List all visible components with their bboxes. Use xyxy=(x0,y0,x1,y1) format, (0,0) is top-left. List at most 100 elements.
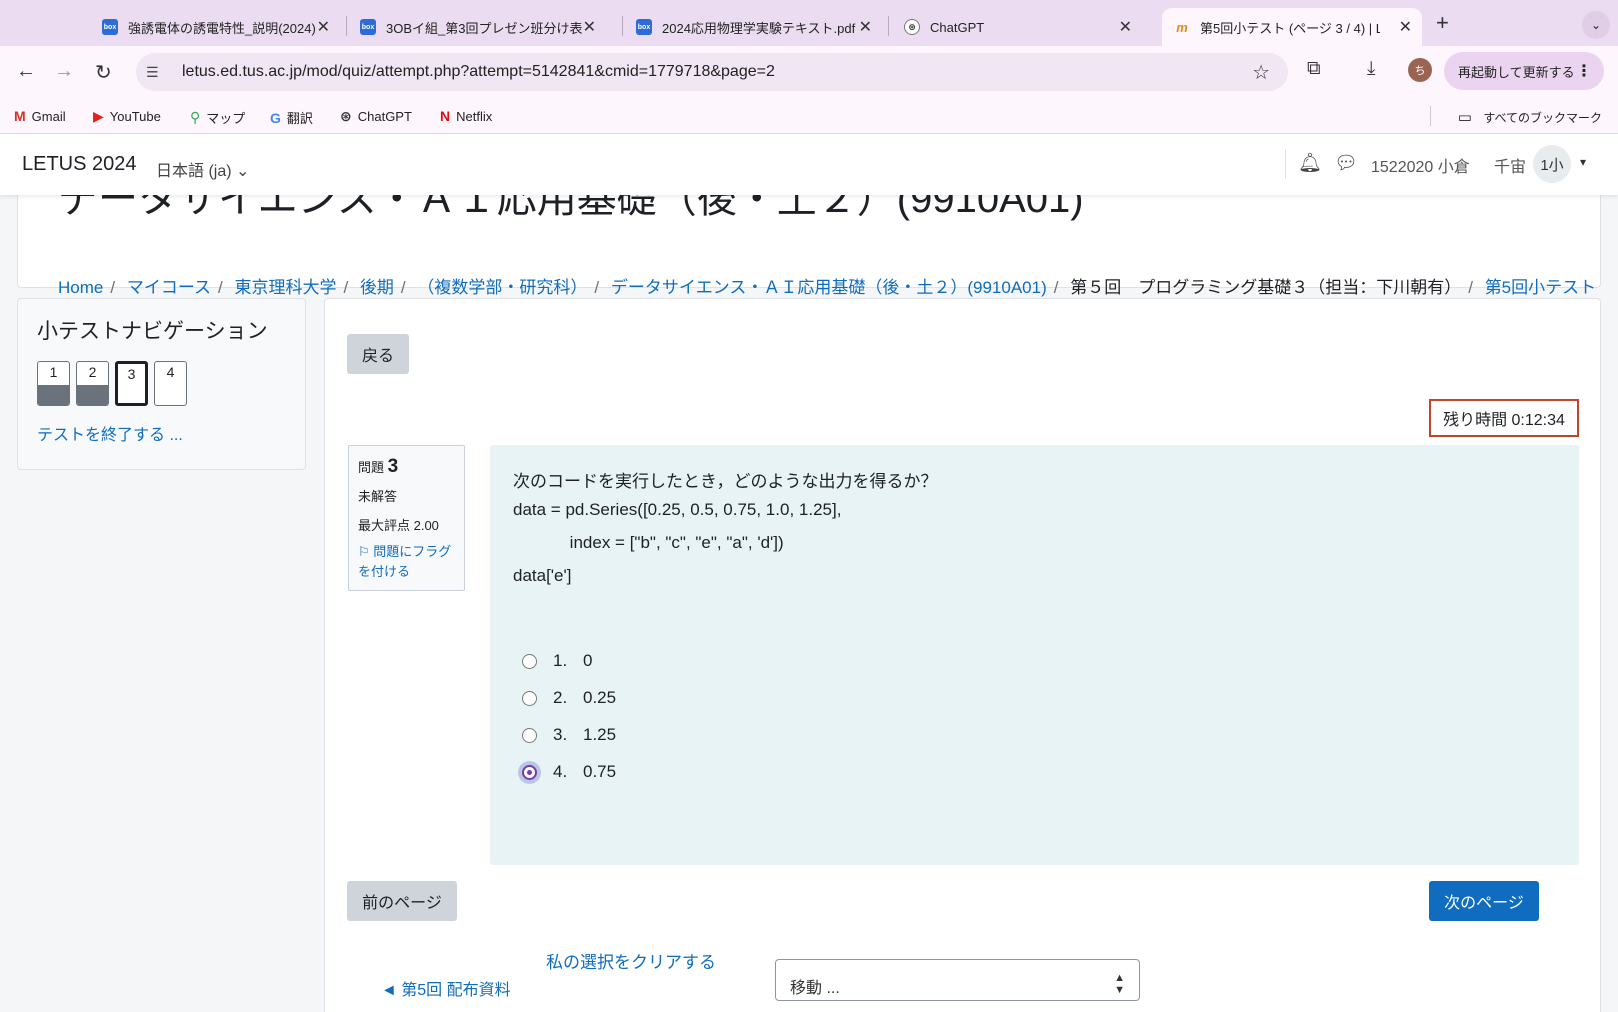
url-text[interactable]: letus.ed.tus.ac.jp/mod/quiz/attempt.php?… xyxy=(182,63,775,81)
close-icon[interactable]: ✕ xyxy=(859,17,872,37)
extensions-icon[interactable]: ⧉ xyxy=(1307,58,1321,80)
answer-option-2[interactable]: 2. 0.25 xyxy=(522,688,616,708)
previous-page-button[interactable]: 前のページ xyxy=(347,881,457,921)
relaunch-update-button[interactable]: 再起動して更新する ⋮ xyxy=(1444,52,1604,90)
breadcrumb-faculty[interactable]: （複数学部・研究科） xyxy=(417,278,587,297)
answer-option-3[interactable]: 3. 1.25 xyxy=(522,725,616,745)
quiz-navigation-block: 小テストナビゲーション 1 2 3 4 テストを終了する ... xyxy=(17,298,306,470)
finish-attempt-link[interactable]: テストを終了する ... xyxy=(37,421,183,445)
answer-option-1[interactable]: 1. 0 xyxy=(522,651,592,671)
jump-to-select[interactable]: 移動 ... ▲ ▼ xyxy=(775,959,1140,1001)
breadcrumb-term[interactable]: 後期 xyxy=(360,278,394,297)
bookmarks-divider xyxy=(1430,106,1431,126)
notification-bell-icon[interactable]: 🔔︎ xyxy=(1298,151,1322,175)
user-name[interactable]: 千宙 xyxy=(1494,153,1526,177)
breadcrumb-course[interactable]: データサイエンス・ＡＩ応用基礎（後・土２）(9910A01) xyxy=(611,278,1047,297)
bookmark-netflix[interactable]: N Netflix xyxy=(440,108,492,124)
flag-question-link[interactable]: ⚐ 問題にフラグ を付ける xyxy=(358,542,455,582)
more-menu-icon[interactable]: ⋮ xyxy=(1576,61,1592,81)
browser-tab-bar: box 強誘電体の誘電特性_説明(2024) ✕ box 3OBイ組_第3回プレ… xyxy=(0,0,1618,46)
answer-number: 4. xyxy=(553,762,568,781)
question-number-label: 問題 3 xyxy=(358,456,455,478)
browser-tab[interactable]: ⊛ ChatGPT ✕ xyxy=(892,8,1142,46)
back-arrow-icon[interactable]: ← xyxy=(16,60,36,83)
close-icon[interactable]: ✕ xyxy=(583,17,596,37)
forward-arrow-icon[interactable]: → xyxy=(54,60,74,83)
download-icon[interactable]: ⤓ xyxy=(1367,58,1375,80)
next-page-button[interactable]: 次のページ xyxy=(1429,881,1539,921)
bookmark-star-icon[interactable]: ☆ xyxy=(1252,60,1270,85)
quiz-nav-question-1[interactable]: 1 xyxy=(37,361,70,406)
tab-title: ChatGPT xyxy=(930,19,985,35)
close-icon[interactable]: ✕ xyxy=(1399,17,1412,37)
address-bar[interactable]: ☰ letus.ed.tus.ac.jp/mod/quiz/attempt.ph… xyxy=(136,53,1288,91)
tab-separator xyxy=(622,16,623,36)
user-id-name[interactable]: 1522020 小倉 xyxy=(1371,153,1470,177)
breadcrumb-quiz[interactable]: 第5回小テスト xyxy=(1485,278,1596,297)
bookmark-youtube[interactable]: ▶ YouTube xyxy=(93,108,161,125)
tab-separator xyxy=(346,16,347,36)
bookmark-label: マップ xyxy=(206,111,246,126)
browser-tab[interactable]: box 強誘電体の誘電特性_説明(2024) ✕ xyxy=(90,8,340,46)
reload-icon[interactable]: ↻ xyxy=(95,60,112,85)
navbar-divider xyxy=(1285,149,1286,179)
question-code-line: data['e'] xyxy=(513,566,572,585)
language-menu[interactable]: 日本語 (ja) ⌄ xyxy=(156,157,249,181)
quiz-nav-question-3[interactable]: 3 xyxy=(115,361,148,406)
question-number: 1 xyxy=(49,364,58,380)
breadcrumb-university[interactable]: 東京理科大学 xyxy=(234,278,336,297)
message-icon[interactable]: 💬︎ xyxy=(1334,151,1358,175)
radio-button-selected[interactable] xyxy=(522,764,537,780)
bookmark-maps[interactable]: ⚲ マップ xyxy=(190,108,245,127)
answer-text: 0.75 xyxy=(583,762,617,781)
bookmark-gmail[interactable]: M Gmail xyxy=(14,108,66,124)
close-icon[interactable]: ✕ xyxy=(317,17,330,37)
flag-label: 問題にフラグ xyxy=(373,544,452,559)
quiz-nav-question-4[interactable]: 4 xyxy=(154,361,187,406)
tab-search-icon[interactable]: ⌄ xyxy=(1582,11,1610,39)
clear-choice-link[interactable]: 私の選択をクリアする xyxy=(546,948,716,973)
maps-icon: ⚲ xyxy=(190,109,201,125)
browser-tab[interactable]: box 3OBイ組_第3回プレゼン班分け表 ✕ xyxy=(348,8,606,46)
answer-option-4[interactable]: 4. 0.75 xyxy=(522,762,616,782)
answer-text: 0.25 xyxy=(583,688,617,707)
close-icon[interactable]: ✕ xyxy=(1119,17,1132,37)
gmail-icon: M xyxy=(14,108,26,124)
browser-toolbar: ← → ↻ ☰ letus.ed.tus.ac.jp/mod/quiz/atte… xyxy=(0,46,1618,98)
answer-text: 1.25 xyxy=(583,725,617,744)
back-button[interactable]: 戻る xyxy=(347,334,409,374)
bookmark-translate[interactable]: G 翻訳 xyxy=(270,108,313,127)
breadcrumb: Home / マイコース / 東京理科大学 / 後期 / （複数学部・研究科） / データ… xyxy=(58,278,1597,297)
radio-button[interactable] xyxy=(522,690,537,706)
breadcrumb-home[interactable]: Home xyxy=(58,278,103,297)
browser-tab-active[interactable]: m 第5回小テスト (ページ 3 / 4) | LETUS ✕ xyxy=(1162,8,1422,46)
bookmark-chatgpt[interactable]: ⊛ ChatGPT xyxy=(340,108,412,125)
site-brand[interactable]: LETUS 2024 xyxy=(22,153,137,176)
breadcrumb-my-courses[interactable]: マイコース xyxy=(127,278,211,297)
bookmark-label: 翻訳 xyxy=(286,111,313,126)
chatgpt-icon: ⊛ xyxy=(340,108,352,124)
language-label: 日本語 (ja) xyxy=(156,163,232,180)
radio-button[interactable] xyxy=(522,727,537,743)
box-icon: box xyxy=(360,19,376,35)
radio-button[interactable] xyxy=(522,653,537,669)
site-settings-icon[interactable]: ☰ xyxy=(146,64,168,81)
user-avatar[interactable]: 1小 xyxy=(1533,145,1571,183)
bookmark-label: YouTube xyxy=(109,109,161,124)
new-tab-icon[interactable]: + xyxy=(1436,10,1449,36)
browser-tab[interactable]: box 2024応用物理学実験テキスト.pdf ✕ xyxy=(624,8,882,46)
chevron-down-icon[interactable]: ▾ xyxy=(1580,155,1586,169)
netflix-icon: N xyxy=(440,108,451,124)
question-number: 3 xyxy=(387,456,399,477)
previous-activity-link[interactable]: ◄ 第5回 配布資料 xyxy=(381,976,511,1000)
breadcrumb-section: 第５回 プログラミング基礎３（担当：下川朝有） xyxy=(1070,278,1462,297)
quiz-nav-question-2[interactable]: 2 xyxy=(76,361,109,406)
all-bookmarks[interactable]: ▭ すべてのブックマーク xyxy=(1458,108,1602,126)
tab-separator xyxy=(888,16,889,36)
box-icon: box xyxy=(102,19,118,35)
bookmark-label: Gmail xyxy=(31,108,66,124)
answer-number: 2. xyxy=(553,688,568,707)
question-text: 次のコードを実行したとき，どのような出力を得るか？ xyxy=(513,472,938,491)
profile-avatar[interactable]: ち xyxy=(1408,58,1432,82)
bookmark-label: ChatGPT xyxy=(357,109,412,124)
